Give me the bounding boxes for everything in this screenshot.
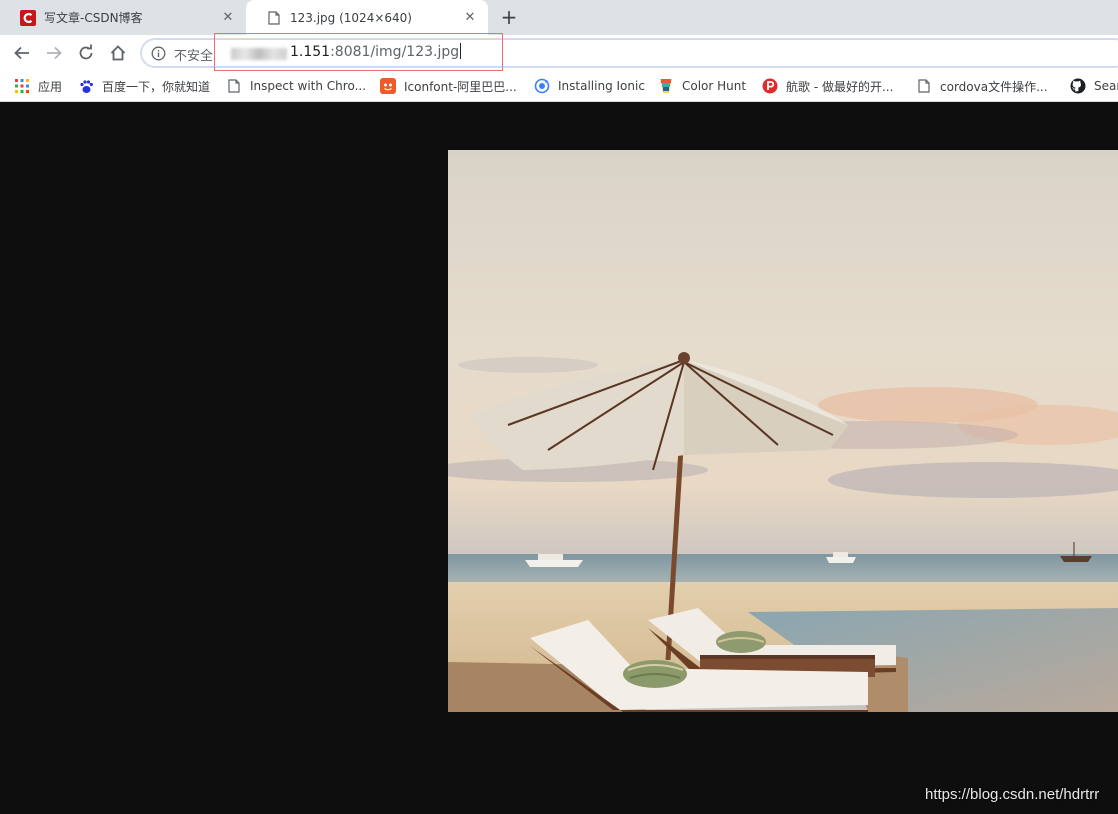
hangge-icon <box>762 78 778 94</box>
github-icon <box>1070 78 1086 94</box>
close-tab-icon[interactable]: ✕ <box>462 10 478 26</box>
bookmark-label: Color Hunt <box>682 79 747 93</box>
bookmark-colorhunt[interactable]: Color Hunt <box>658 76 746 96</box>
bookmark-baidu[interactable]: 百度一下，你就知道 <box>78 76 210 96</box>
bookmark-inspect[interactable]: Inspect with Chro... <box>226 76 366 96</box>
bookmark-github-search[interactable]: Sear <box>1070 76 1118 96</box>
csdn-logo-icon <box>20 9 36 26</box>
bookmark-label: 百度一下，你就知道 <box>102 79 211 94</box>
iconfont-icon <box>380 78 396 94</box>
forward-arrow-icon <box>47 46 62 60</box>
close-tab-icon[interactable]: ✕ <box>220 10 236 26</box>
home-icon <box>110 45 126 61</box>
apps-grid-icon <box>14 78 30 94</box>
bookmark-label: Inspect with Chro... <box>250 79 367 93</box>
bookmarks-bar: 应用 百度一下，你就知道 Inspect with Chro... Iconfo… <box>0 71 1118 102</box>
bookmark-label: 航歌 - 做最好的开... <box>786 79 894 94</box>
page-icon <box>226 78 242 94</box>
toolbar: 不安全 1.151:8081/img/123.jpg <box>0 35 1118 71</box>
bookmark-cordova[interactable]: cordova文件操作... <box>916 76 1048 96</box>
annotation-highlight-box <box>214 33 503 71</box>
watermark-text: https://blog.csdn.net/hdrtrr <box>925 786 1100 803</box>
bookmark-apps[interactable]: 应用 <box>14 76 62 96</box>
tab-image[interactable]: 123.jpg (1024×640) ✕ <box>246 0 488 35</box>
bookmark-label: 应用 <box>38 79 63 94</box>
new-tab-button[interactable]: + <box>498 5 520 29</box>
security-label[interactable]: 不安全 <box>174 45 213 64</box>
bookmark-label: cordova文件操作... <box>940 79 1048 94</box>
bookmark-label: Installing Ionic <box>558 79 645 93</box>
bookmark-ionic[interactable]: Installing Ionic <box>534 76 645 96</box>
reload-button[interactable] <box>74 41 98 65</box>
page-icon <box>916 78 932 94</box>
bookmark-label: Sear <box>1094 79 1118 93</box>
browser-window: 写文章-CSDN博客 ✕ 123.jpg (1024×640) ✕ + 不安全 <box>0 0 1118 814</box>
tab-strip: 写文章-CSDN博客 ✕ 123.jpg (1024×640) ✕ + <box>0 0 1118 35</box>
baidu-paw-icon <box>78 78 94 94</box>
beach-scene-image <box>448 150 1118 712</box>
tab-csdn[interactable]: 写文章-CSDN博客 ✕ <box>0 0 246 35</box>
bookmark-label: Iconfont-阿里巴巴... <box>404 79 517 94</box>
tab-title: 写文章-CSDN博客 <box>44 11 143 25</box>
back-button[interactable] <box>10 41 34 65</box>
info-icon[interactable] <box>151 46 166 61</box>
color-hunt-icon <box>658 78 674 94</box>
home-button[interactable] <box>106 41 130 65</box>
page-icon <box>266 10 282 26</box>
ionic-icon <box>534 78 550 94</box>
bookmark-iconfont[interactable]: Iconfont-阿里巴巴... <box>380 76 517 96</box>
back-arrow-icon <box>14 46 29 60</box>
reload-icon <box>79 44 93 60</box>
tab-title: 123.jpg (1024×640) <box>290 10 412 25</box>
beach-photo[interactable] <box>448 150 1118 712</box>
bookmark-hangge[interactable]: 航歌 - 做最好的开... <box>762 76 893 96</box>
forward-button[interactable] <box>42 41 66 65</box>
